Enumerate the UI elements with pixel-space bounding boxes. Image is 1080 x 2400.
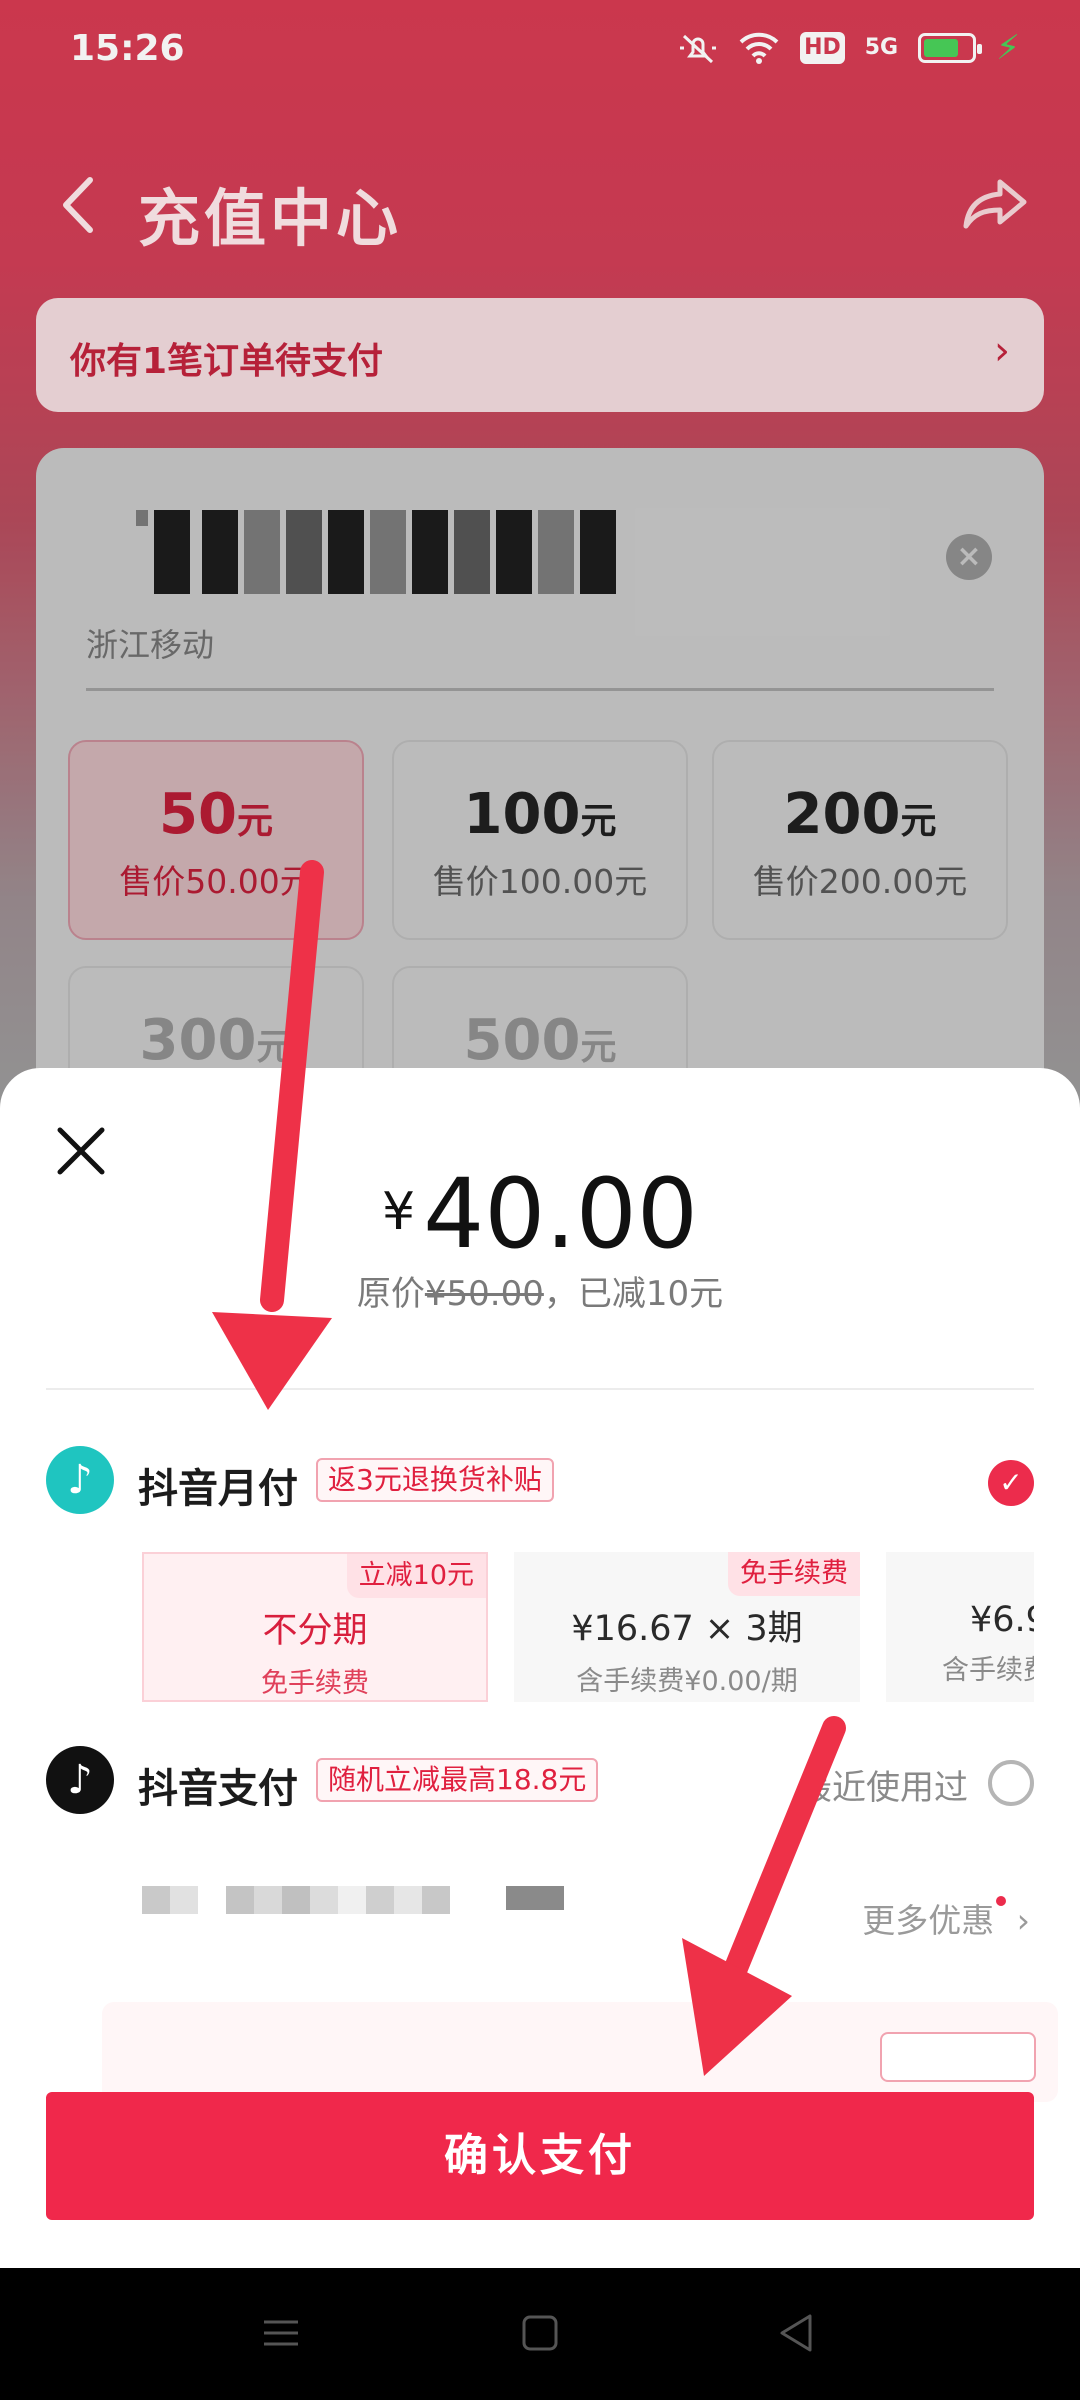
amount-unit: 元 — [580, 1027, 617, 1068]
douyin-pay-logo-icon: ♪ — [46, 1746, 114, 1814]
amount-option-200[interactable]: 200元 售价200.00元 — [712, 740, 1008, 940]
bank-card-redacted — [142, 1886, 564, 1914]
plan-main: ¥16.67 × 3期 — [571, 1609, 803, 1649]
amount-value: 100 — [463, 782, 581, 847]
status-icons: HD 5G ⚡ — [678, 26, 1020, 70]
back-chevron-icon[interactable] — [52, 170, 112, 240]
top-nav: 充值中心 — [0, 150, 1080, 260]
menu-icon[interactable] — [256, 2308, 306, 2358]
original-price: ¥50.00 — [424, 1274, 544, 1314]
pending-order-banner[interactable]: 你有1笔订单待支付 › — [36, 298, 1044, 412]
amount-value: 200 — [783, 782, 901, 847]
amount-price: 售价100.00元 — [432, 862, 648, 901]
page-title: 充值中心 — [138, 182, 403, 255]
pay-method-name: 抖音月付 — [138, 1466, 298, 1512]
amount-unit: 元 — [236, 801, 273, 842]
amount-unit: 元 — [580, 801, 617, 842]
radio-icon[interactable] — [988, 1760, 1034, 1806]
share-icon[interactable] — [960, 174, 1030, 234]
charging-icon: ⚡ — [996, 28, 1020, 68]
chevron-right-icon: › — [1016, 1901, 1030, 1940]
currency-symbol: ¥ — [382, 1182, 416, 1242]
original-price-line: 原价¥50.00，已减10元 — [0, 1266, 1080, 1315]
input-underline — [86, 688, 994, 691]
amount-value: 500 — [463, 1008, 581, 1073]
amount-value: 300 — [139, 1008, 257, 1073]
clear-input-icon[interactable]: × — [946, 534, 992, 580]
plan-option-more[interactable]: ¥6.9 含手续费 — [886, 1552, 1034, 1702]
system-nav-bar — [0, 2268, 1080, 2400]
promo-strip — [102, 2002, 1058, 2102]
discount-text: ，已减10元 — [543, 1274, 724, 1314]
recharge-card: × 浙江移动 50元 售价50.00元 100元 售价100.00元 200元 … — [36, 448, 1044, 1148]
pay-method-douyin-pay[interactable]: ♪ 抖音支付 随机立减最高18.8元 最近使用过 — [46, 1746, 1034, 1820]
pay-method-tag: 返3元退换货补贴 — [316, 1458, 554, 1502]
amount-unit: 元 — [256, 1027, 293, 1068]
amount-value: 50 — [159, 782, 237, 847]
amount-unit: 元 — [900, 801, 937, 842]
pay-amount: ¥40.00 — [0, 1158, 1080, 1270]
home-icon[interactable] — [515, 2308, 565, 2358]
pending-order-text: 你有1笔订单待支付 — [70, 341, 384, 382]
pay-method-tag: 随机立减最高18.8元 — [316, 1758, 599, 1802]
amount-option-100[interactable]: 100元 售价100.00元 — [392, 740, 688, 940]
chevron-right-icon: › — [994, 328, 1010, 374]
confirm-pay-button[interactable]: 确认支付 — [46, 2092, 1034, 2220]
pay-amount-value: 40.00 — [423, 1158, 698, 1270]
amount-price: 售价200.00元 — [752, 862, 968, 901]
hd-icon: HD — [800, 32, 845, 64]
battery-icon — [918, 33, 983, 63]
status-bar: 15:26 HD 5G ⚡ — [0, 0, 1080, 100]
plan-main: 不分期 — [262, 1611, 368, 1651]
notification-dot — [996, 1896, 1007, 1906]
check-icon[interactable]: ✓ — [988, 1460, 1034, 1506]
plan-option-3-periods[interactable]: 免手续费 ¥16.67 × 3期 含手续费¥0.00/期 — [514, 1552, 860, 1702]
plan-sub: 含手续费 — [942, 1655, 1034, 1686]
status-time: 15:26 — [70, 28, 185, 69]
plan-sub: 免手续费 — [261, 1668, 369, 1699]
carrier-label: 浙江移动 — [86, 626, 215, 664]
pay-method-name: 抖音支付 — [138, 1766, 298, 1812]
wifi-icon — [739, 32, 779, 64]
more-offers-label: 更多优惠 — [862, 1901, 995, 1940]
mute-icon — [680, 34, 717, 64]
plan-badge: 免手续费 — [728, 1552, 860, 1596]
5g-signal-icon: 5G — [864, 35, 899, 60]
back-icon[interactable] — [772, 2308, 822, 2358]
plan-sub: 含手续费¥0.00/期 — [576, 1666, 798, 1697]
payment-sheet: ¥40.00 原价¥50.00，已减10元 ♪ 抖音月付 返3元退换货补贴 ✓ … — [0, 1068, 1080, 2268]
phone-number-redacted — [136, 510, 616, 594]
recently-used-label: 最近使用过 — [798, 1768, 968, 1808]
plan-badge: 立减10元 — [346, 1554, 486, 1598]
plan-main: ¥6.9 — [970, 1600, 1034, 1640]
amount-price: 售价50.00元 — [119, 862, 313, 901]
installment-plans: 立减10元 不分期 免手续费 免手续费 ¥16.67 × 3期 含手续费¥0.0… — [142, 1552, 1034, 1704]
douyin-monthly-logo-icon: ♪ — [46, 1446, 114, 1514]
original-price-prefix: 原价 — [356, 1274, 425, 1314]
more-offers-link[interactable]: 更多优惠 › — [862, 1894, 1030, 1942]
plan-option-no-installment[interactable]: 立减10元 不分期 免手续费 — [142, 1552, 488, 1702]
pay-method-douyin-monthly[interactable]: ♪ 抖音月付 返3元退换货补贴 ✓ — [46, 1446, 1034, 1520]
amount-option-50[interactable]: 50元 售价50.00元 — [68, 740, 364, 940]
divider — [46, 1388, 1034, 1390]
promo-pill[interactable] — [880, 2032, 1036, 2082]
